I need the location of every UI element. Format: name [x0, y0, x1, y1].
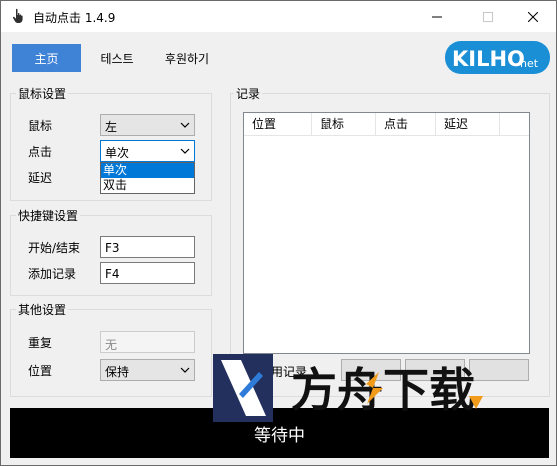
tab-test[interactable]: 테스트 — [91, 44, 143, 72]
click-type-value: 单次 — [105, 146, 130, 160]
add-record-hotkey-value: F4 — [105, 267, 120, 281]
start-stop-hotkey-input[interactable]: F3 — [100, 236, 195, 258]
other-settings-title: 其他设置 — [16, 301, 69, 318]
close-button[interactable] — [510, 1, 556, 32]
title-bar: 自动点击 1.4.9 — [1, 1, 556, 32]
dropdown-option-double[interactable]: 双击 — [101, 178, 194, 193]
tab-home[interactable]: 主页 — [12, 44, 81, 72]
minimize-button[interactable] — [414, 1, 460, 32]
repeat-label: 重复 — [28, 336, 53, 350]
mouse-label: 鼠标 — [28, 119, 53, 133]
close-icon — [528, 11, 538, 22]
mouse-button-value: 左 — [105, 120, 118, 134]
svg-text:方舟下载: 方舟下载 — [291, 363, 475, 417]
tab-donate[interactable]: 후원하기 — [156, 44, 218, 72]
position-select[interactable]: 保持 — [100, 359, 195, 381]
chevron-down-icon — [180, 367, 190, 373]
records-list[interactable]: 位置 鼠标 点击 延迟 — [243, 112, 530, 354]
position-value: 保持 — [105, 365, 130, 379]
chevron-down-icon — [180, 148, 190, 154]
column-header-click[interactable]: 点击 — [376, 113, 436, 135]
window-title: 自动点击 1.4.9 — [33, 11, 116, 25]
kilho-logo[interactable]: KILHO net — [445, 40, 550, 75]
start-stop-hotkey-value: F3 — [105, 241, 120, 255]
other-settings-group — [10, 309, 212, 397]
column-header-mouse[interactable]: 鼠标 — [312, 113, 376, 135]
maximize-button[interactable] — [465, 1, 511, 32]
position-label: 位置 — [28, 364, 53, 378]
repeat-value: 无 — [105, 338, 118, 352]
dropdown-option-single[interactable]: 单次 — [101, 163, 194, 178]
svg-text:net: net — [520, 57, 539, 70]
click-label: 点击 — [28, 145, 53, 159]
records-title: 记录 — [234, 85, 263, 102]
column-header-delay[interactable]: 延迟 — [436, 113, 500, 135]
minimize-icon — [432, 16, 442, 17]
records-list-header: 位置 鼠标 点击 延迟 — [244, 113, 529, 136]
add-record-label: 添加记录 — [28, 267, 77, 281]
delay-label: 延迟 — [28, 171, 53, 185]
mouse-settings-title: 鼠标设置 — [16, 85, 69, 102]
svg-text:KILHO: KILHO — [452, 47, 525, 71]
maximize-icon — [483, 11, 493, 22]
add-record-hotkey-input[interactable]: F4 — [100, 262, 195, 284]
chevron-down-icon — [180, 122, 190, 128]
mouse-button-select[interactable]: 左 — [100, 114, 195, 136]
app-window: 自动点击 1.4.9 主页 테스트 후원하기 KILHO net 鼠标设置 鼠标… — [0, 0, 557, 466]
hand-pointer-icon — [12, 8, 23, 23]
hotkey-settings-title: 快捷键设置 — [16, 207, 81, 224]
column-header-position[interactable]: 位置 — [244, 113, 312, 135]
click-type-dropdown: 单次 双击 — [100, 162, 195, 194]
click-type-select[interactable]: 单次 — [100, 140, 195, 162]
watermark-logo: 方舟下载 — [213, 354, 483, 422]
start-stop-label: 开始/结束 — [28, 241, 81, 255]
repeat-input: 无 — [100, 331, 195, 353]
